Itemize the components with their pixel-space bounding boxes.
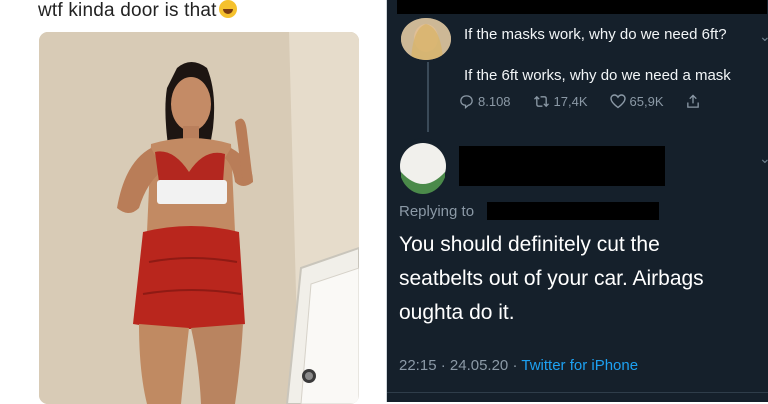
tweet-time[interactable]: 22:15 (399, 357, 437, 374)
tweet-panel: If the masks work, why do we need 6ft? I… (387, 0, 768, 402)
like-stat[interactable]: 65,9K (609, 94, 664, 109)
like-count: 65,9K (629, 94, 664, 109)
quoted-line-2: If the 6ft works, why do we need a mask (464, 67, 731, 84)
quoted-stats: 8.108 17,4K 65,9K (459, 94, 726, 109)
tweet-body: You should definitely cut the seatbelts … (399, 233, 704, 324)
redacted-header (397, 0, 767, 14)
tweet-meta: 22:15 · 24.05.20 · Twitter for iPhone (399, 357, 638, 374)
reply-count: 8.108 (478, 94, 511, 109)
share-stat[interactable] (686, 94, 704, 109)
caption-text: wtf kinda door is that (38, 0, 217, 21)
retweet-stat[interactable]: 17,4K (533, 94, 588, 109)
quoted-avatar[interactable] (401, 18, 451, 60)
chevron-down-icon[interactable]: ⌄ (759, 150, 768, 167)
share-icon (686, 94, 699, 108)
chevron-down-icon[interactable]: ⌄ (759, 28, 768, 45)
left-panel: wtf kinda door is that (0, 0, 386, 404)
meta-sep: · (440, 357, 446, 374)
author-avatar[interactable] (399, 138, 447, 194)
replying-to: Replying to (399, 203, 474, 220)
meta-sep: · (512, 357, 518, 374)
thread-line (427, 62, 429, 132)
redacted-author-name (459, 146, 665, 186)
reply-stat[interactable]: 8.108 (459, 94, 511, 109)
redacted-reply-handle[interactable] (487, 202, 659, 220)
tweet-source[interactable]: Twitter for iPhone (521, 357, 638, 374)
photo (39, 32, 359, 404)
heart-icon (609, 94, 626, 109)
laughing-emoji-icon (218, 0, 237, 18)
reply-icon (460, 95, 473, 109)
retweet-icon (533, 95, 549, 108)
tweet-bottom-divider (387, 392, 768, 393)
replying-label: Replying to (399, 203, 475, 220)
photo-illustration (39, 32, 359, 404)
meme-caption: wtf kinda door is that (38, 0, 237, 22)
tweet-date[interactable]: 24.05.20 (450, 357, 508, 374)
quoted-line-1: If the masks work, why do we need 6ft? (464, 26, 727, 43)
retweet-count: 17,4K (553, 94, 588, 109)
